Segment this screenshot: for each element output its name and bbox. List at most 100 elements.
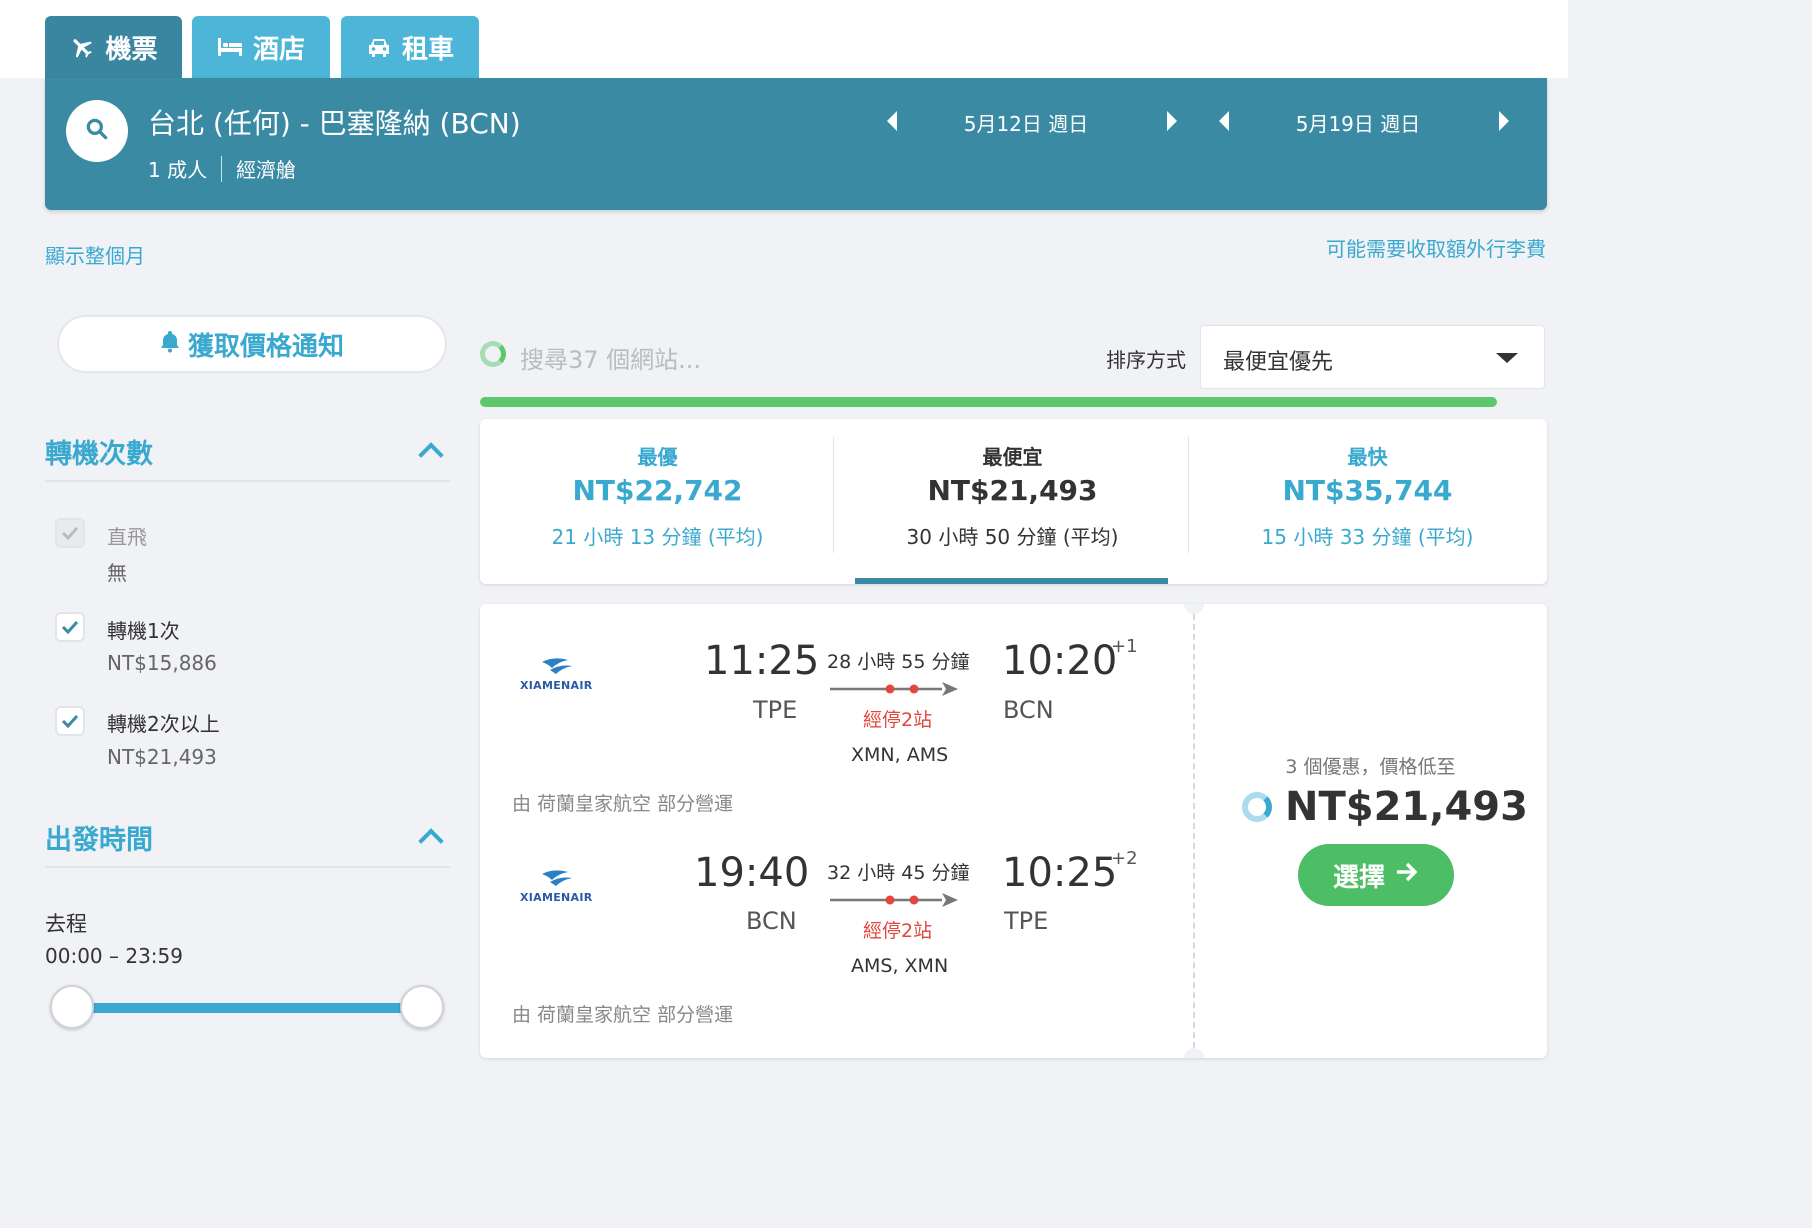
sort-label: 排序方式: [1106, 348, 1186, 372]
stops-one-price: NT$15,886: [107, 651, 217, 675]
selected-tab-indicator: [855, 578, 1168, 584]
summary-label: 最優: [637, 445, 678, 469]
tab-hotels[interactable]: 酒店: [192, 16, 330, 78]
card-notch: [1184, 604, 1204, 614]
summary-price: NT$22,742: [572, 474, 743, 507]
search-icon: [84, 116, 110, 146]
divider: [45, 866, 450, 868]
check-icon: [61, 620, 79, 634]
leg1-operated-by: 由 荷蘭皇家航空 部分營運: [512, 793, 734, 815]
airline-name: XIAMENAIR: [520, 679, 593, 692]
leg1-duration: 28 小時 55 分鐘: [827, 651, 970, 673]
tab-label: 機票: [105, 34, 158, 65]
show-whole-month-link[interactable]: 顯示整個月: [45, 240, 145, 269]
leg1-arrival-time: 10:20: [1002, 638, 1118, 684]
loading-spinner-icon: [480, 341, 506, 367]
offers-count: 3 個優惠，價格低至: [1285, 756, 1456, 778]
sort-value: 最便宜優先: [1223, 350, 1334, 375]
price-alert-button[interactable]: 獲取價格通知: [57, 315, 447, 373]
sort-summary-tabs: 最優 NT$22,742 21 小時 13 分鐘 (平均) 最便宜 NT$21,…: [480, 419, 1547, 584]
leg1-departure-airport: TPE: [753, 696, 798, 724]
tab-label: 酒店: [252, 34, 305, 65]
summary-price: NT$35,744: [1282, 474, 1453, 507]
arrow-right-icon: [1395, 860, 1419, 890]
leg2-duration: 32 小時 45 分鐘: [827, 862, 970, 884]
slider-min-handle[interactable]: [50, 985, 94, 1029]
leg1-arrival-airport: BCN: [1003, 696, 1054, 724]
return-date-prev-icon[interactable]: [1219, 111, 1229, 131]
travellers-info[interactable]: 1 成人 經濟艙: [148, 154, 296, 183]
baggage-fee-link[interactable]: 可能需要收取額外行李費: [1326, 233, 1546, 262]
depart-date[interactable]: 5月12日 週日: [941, 108, 1111, 137]
summary-cheapest[interactable]: 最便宜 NT$21,493 30 小時 50 分鐘 (平均): [835, 419, 1190, 584]
return-date[interactable]: 5月19日 週日: [1273, 108, 1443, 137]
plane-icon: [69, 34, 95, 60]
xiamenair-logo-icon: [542, 870, 572, 886]
tab-cars[interactable]: 租車: [341, 16, 479, 78]
outbound-time-range: 00:00 – 23:59: [45, 944, 183, 968]
leg2-operated-by: 由 荷蘭皇家航空 部分營運: [512, 1004, 734, 1026]
summary-duration: 21 小時 13 分鐘 (平均): [551, 525, 764, 549]
bell-icon: [160, 329, 180, 360]
leg2-arrival-time: 10:25: [1002, 850, 1118, 896]
tab-flights[interactable]: 機票: [45, 16, 182, 78]
checkbox-two-plus-stops[interactable]: [55, 706, 85, 736]
loading-spinner-icon: [1242, 792, 1272, 822]
leg1-stops[interactable]: 經停2站: [863, 705, 932, 732]
stops-two-plus-label[interactable]: 轉機2次以上: [107, 708, 220, 737]
route-text[interactable]: 台北 (任何) - 巴塞隆納 (BCN): [148, 102, 521, 142]
divider: [1188, 437, 1189, 553]
car-icon: [366, 35, 392, 59]
stops-one-label[interactable]: 轉機1次: [107, 615, 180, 644]
depart-date-prev-icon[interactable]: [887, 111, 897, 131]
outbound-label: 去程: [45, 912, 87, 936]
summary-best[interactable]: 最優 NT$22,742 21 小時 13 分鐘 (平均): [480, 419, 835, 584]
divider: [833, 437, 834, 553]
card-notch: [1184, 1048, 1204, 1058]
result-price: NT$21,493: [1285, 784, 1528, 830]
stops-filter-title[interactable]: 轉機次數: [45, 432, 153, 471]
airline-logo: XIAMENAIR: [520, 654, 620, 694]
select-flight-button[interactable]: 選擇: [1298, 844, 1454, 906]
sort-select[interactable]: 最便宜優先: [1200, 325, 1545, 389]
leg2-departure-time: 19:40: [694, 850, 810, 896]
cabin-text: 經濟艙: [236, 158, 297, 182]
stops-direct-price: 無: [107, 561, 127, 585]
search-summary-bar[interactable]: 台北 (任何) - 巴塞隆納 (BCN) 1 成人 經濟艙 5月12日 週日 5…: [45, 78, 1547, 210]
search-progress-bar: [480, 397, 1497, 407]
chevron-down-icon: [1496, 353, 1518, 363]
leg2-departure-airport: BCN: [746, 907, 797, 935]
stops-two-plus-price: NT$21,493: [107, 745, 217, 769]
price-alert-label: 獲取價格通知: [187, 331, 344, 362]
summary-label: 最快: [1347, 445, 1388, 469]
slider-max-handle[interactable]: [400, 985, 444, 1029]
check-icon: [61, 714, 79, 728]
flight-result-card[interactable]: XIAMENAIR 11:25 TPE 28 小時 55 分鐘 經停2站 XMN…: [480, 604, 1547, 1058]
stops-direct-label: 直飛: [107, 525, 147, 549]
leg2-arrival-airport: TPE: [1004, 907, 1049, 935]
departure-time-filter-title[interactable]: 出發時間: [45, 818, 153, 857]
leg2-via: AMS, XMN: [851, 955, 949, 977]
checkbox-one-stop[interactable]: [55, 612, 85, 642]
check-icon: [61, 526, 79, 540]
xiamenair-logo-icon: [542, 658, 572, 674]
summary-duration: 15 小時 33 分鐘 (平均): [1261, 525, 1474, 549]
divider: [45, 480, 450, 482]
chevron-up-icon[interactable]: [418, 828, 444, 854]
search-button[interactable]: [66, 100, 128, 162]
chevron-up-icon[interactable]: [418, 442, 444, 468]
leg2-day-offset: +2: [1111, 848, 1138, 869]
leg2-route-line: [830, 893, 958, 907]
leg1-day-offset: +1: [1111, 636, 1138, 657]
depart-date-next-icon[interactable]: [1167, 111, 1177, 131]
passengers-text: 1 成人: [148, 158, 208, 182]
summary-fastest[interactable]: 最快 NT$35,744 15 小時 33 分鐘 (平均): [1190, 419, 1545, 584]
divider: [221, 155, 223, 182]
checkbox-direct: [55, 518, 85, 548]
departure-time-slider[interactable]: [72, 1003, 422, 1013]
return-date-next-icon[interactable]: [1499, 111, 1509, 131]
leg2-stops[interactable]: 經停2站: [863, 916, 932, 943]
select-button-label: 選擇: [1332, 862, 1385, 893]
card-perforation: [1193, 604, 1195, 1058]
leg1-departure-time: 11:25: [704, 638, 820, 684]
